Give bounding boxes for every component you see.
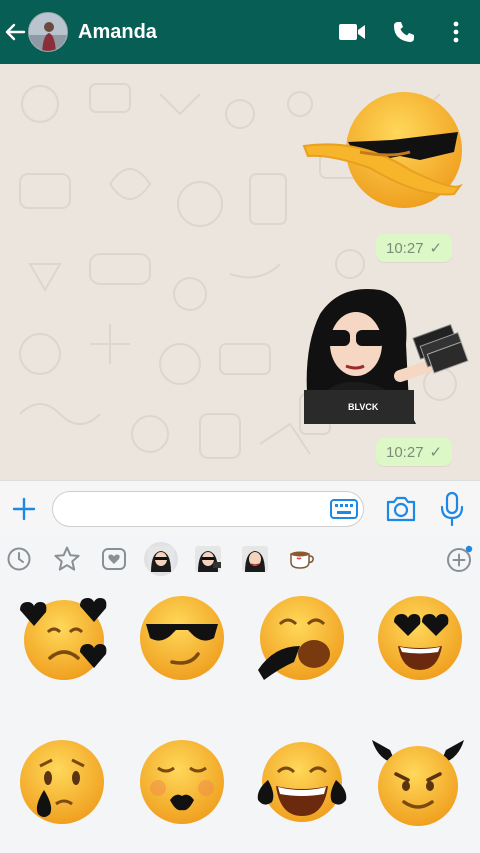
video-call-icon [339,24,365,40]
keyboard-icon [330,499,358,519]
sent-check-icon: ✓ [429,240,443,257]
tab-heart-pack[interactable] [97,542,131,576]
pack-girl-thumbnail [195,546,221,572]
add-sticker-pack-button[interactable] [442,542,476,576]
sticker-tears-of-joy[interactable] [254,734,350,830]
sticker-crying-teardrop[interactable] [14,734,110,830]
tab-recent[interactable] [2,542,36,576]
voice-message-button[interactable] [438,491,466,527]
tab-pack-girl-3[interactable] [238,542,272,576]
phone-icon [394,22,414,42]
camera-button[interactable] [384,493,418,525]
heart-pack-icon [102,548,126,570]
more-options-button[interactable] [432,0,480,64]
sticker-tray [0,536,480,853]
sticker-sunglasses-smirk[interactable] [134,590,230,686]
sticker-broken-hearts-sad[interactable] [14,590,110,686]
pack-girl-thumbnail [242,546,268,572]
chat-area[interactable]: 10:27 ✓ BLVCK 10:27 ✓ [0,64,480,480]
sticker-dabbing-sunglasses[interactable] [300,90,468,210]
attach-button[interactable] [8,493,40,525]
sticker-black-lips-blushing[interactable] [134,734,230,830]
tab-pack-coffee-cup[interactable] [285,542,319,576]
add-pack-icon [447,545,473,572]
tab-pack-girl-1[interactable] [144,542,178,576]
sticker-sleeping-drooling[interactable] [254,590,350,686]
contact-name[interactable]: Amanda [78,21,157,44]
chat-header: Amanda [0,0,480,64]
tab-pack-girl-2[interactable] [191,542,225,576]
sticker-caption: BLVCK [348,402,379,412]
sticker-pack-tabs [0,536,480,582]
recent-clock-icon [7,547,31,571]
video-call-button[interactable] [328,0,376,64]
camera-icon [386,496,416,522]
tab-favorites[interactable] [50,542,84,576]
message-timestamp: 10:27 ✓ [376,234,453,262]
pack-girl-thumbnail [148,546,174,572]
coffee-cup-icon [290,551,314,569]
plus-icon [12,497,36,521]
microphone-icon [440,491,464,527]
back-arrow-icon [5,23,26,41]
sent-check-icon: ✓ [429,444,443,461]
sticker-black-heart-eyes[interactable] [372,590,468,686]
back-button[interactable] [2,0,28,64]
keyboard-toggle-button[interactable] [330,499,358,519]
sticker-girl-holding-money[interactable]: BLVCK [300,284,470,424]
sticker-devil-horns[interactable] [370,734,466,830]
message-input-bar [0,480,480,536]
message-input[interactable] [52,491,364,527]
favorites-star-icon [54,546,80,571]
more-vertical-icon [453,21,459,43]
contact-avatar[interactable] [28,12,68,52]
message-timestamp: 10:27 ✓ [376,438,453,466]
voice-call-button[interactable] [380,0,428,64]
